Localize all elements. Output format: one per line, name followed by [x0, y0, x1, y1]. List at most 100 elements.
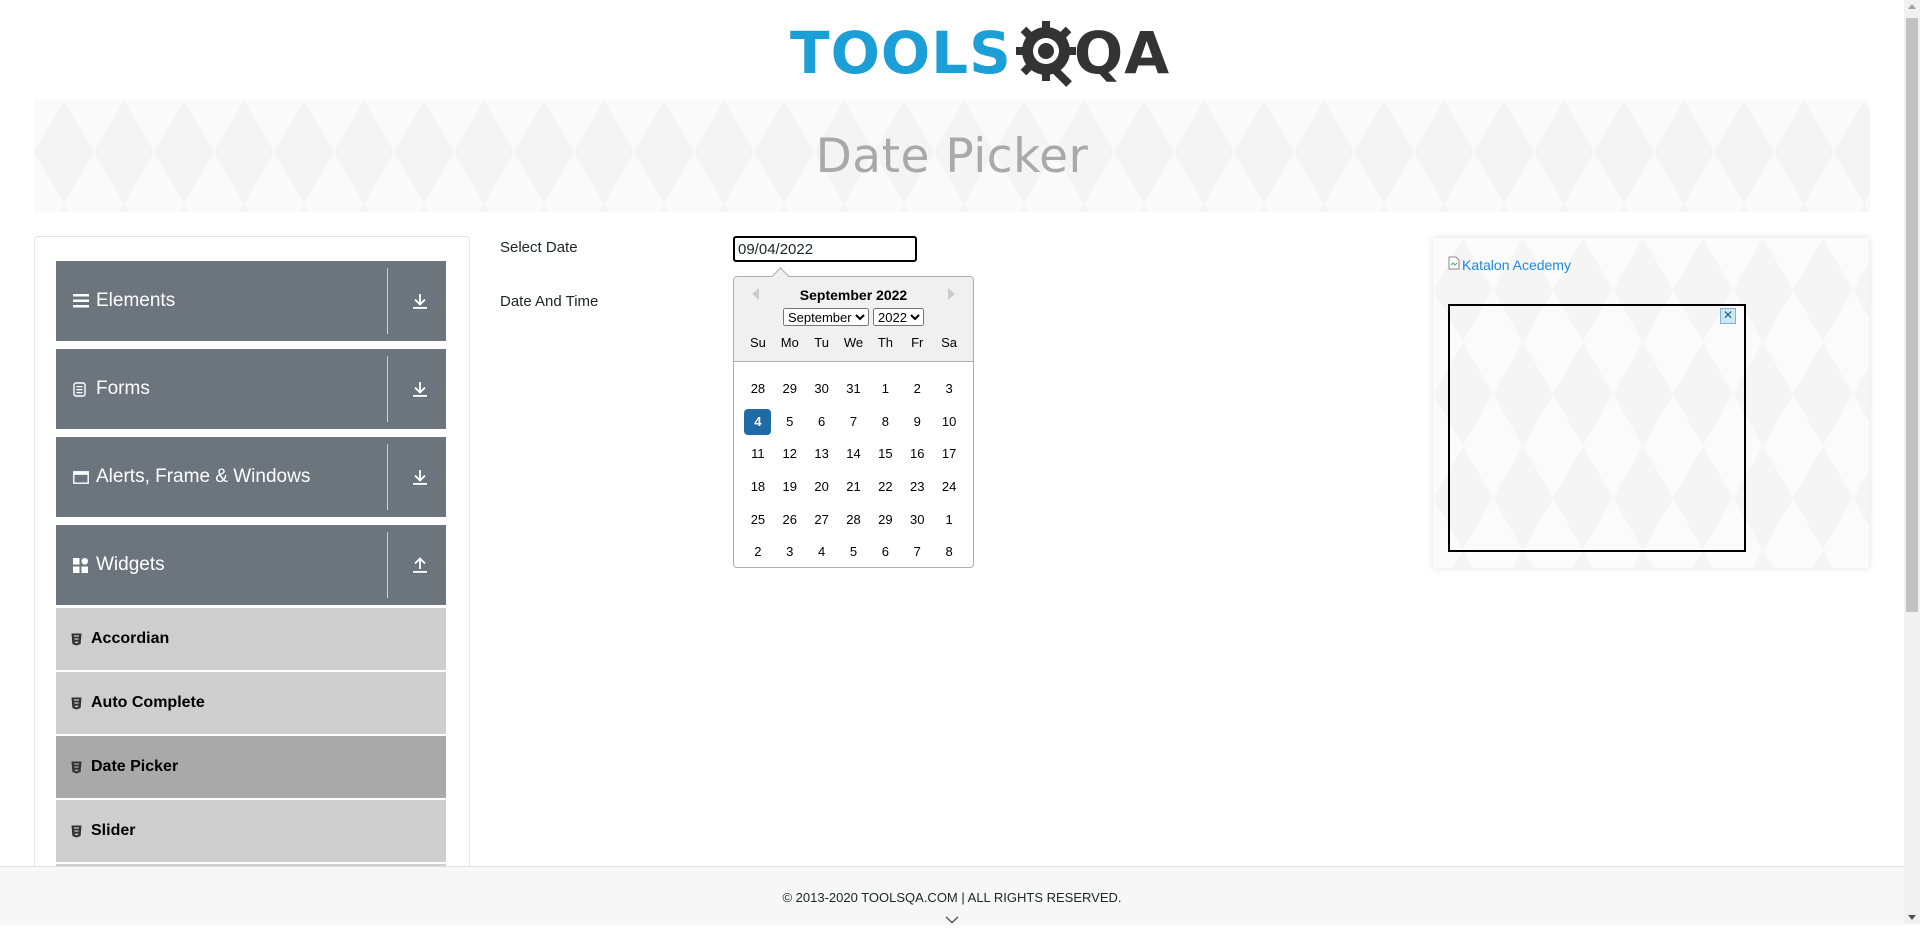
- sidebar-group-elements[interactable]: Elements: [56, 261, 446, 341]
- calendar-day-label: 8: [945, 544, 953, 560]
- calendar-day[interactable]: 1: [933, 507, 965, 533]
- calendar-day[interactable]: 21: [838, 474, 870, 500]
- vertical-scrollbar[interactable]: [1904, 0, 1920, 924]
- calendar-day[interactable]: 8: [869, 409, 901, 435]
- calendar-day[interactable]: 1: [869, 376, 901, 402]
- download-arrow-icon[interactable]: [410, 293, 430, 309]
- calendar-day[interactable]: 5: [774, 409, 806, 435]
- html5-icon: [71, 825, 83, 838]
- calendar-day[interactable]: 13: [806, 441, 838, 467]
- calendar-day-label: 5: [849, 544, 858, 560]
- sidebar-item-label: Date Picker: [91, 758, 179, 775]
- calendar-day-label: 27: [814, 511, 829, 527]
- calendar-day[interactable]: 6: [869, 539, 901, 565]
- weekday-header: Su Mo Tu We Th Fr Sa: [742, 335, 965, 350]
- weekday-label: Sa: [941, 335, 958, 350]
- katalon-academy-link[interactable]: Katalon Acedemy: [1448, 256, 1571, 273]
- ad-frame[interactable]: ✕: [1448, 304, 1746, 552]
- download-arrow-icon[interactable]: [410, 469, 430, 485]
- calendar-day[interactable]: 19: [774, 474, 806, 500]
- calendar-day[interactable]: 30: [901, 507, 933, 533]
- calendar-day[interactable]: 27: [806, 507, 838, 533]
- calendar-day[interactable]: 16: [901, 441, 933, 467]
- calendar-day[interactable]: 7: [901, 539, 933, 565]
- html5-icon: [71, 697, 83, 710]
- calendar-day[interactable]: 2: [742, 539, 774, 565]
- gear-icon: [1014, 17, 1080, 89]
- weekday-label: Tu: [814, 335, 829, 350]
- calendar-day[interactable]: 5: [838, 539, 870, 565]
- calendar-day[interactable]: 11: [742, 441, 774, 467]
- calendar-day[interactable]: 28: [742, 376, 774, 402]
- sidebar-item-date-picker[interactable]: Date Picker: [56, 736, 446, 798]
- calendar-day-label: 4: [744, 408, 772, 435]
- sidebar-group-alerts-frame-windows[interactable]: Alerts, Frame & Windows: [56, 437, 446, 517]
- calendar-day[interactable]: 22: [869, 474, 901, 500]
- sidebar-item-slider[interactable]: Slider: [56, 800, 446, 862]
- calendar-day[interactable]: 31: [838, 376, 870, 402]
- calendar-day[interactable]: 25: [742, 507, 774, 533]
- next-month-icon[interactable]: [948, 288, 955, 300]
- calendar-day-selected[interactable]: 4: [742, 408, 774, 435]
- calendar-day-label: 17: [941, 446, 957, 462]
- calendar-day[interactable]: 26: [774, 507, 806, 533]
- calendar-day-label: 24: [941, 479, 957, 495]
- calendar-day-label: 26: [782, 511, 798, 527]
- calendar-day[interactable]: 30: [806, 376, 838, 402]
- calendar-day[interactable]: 23: [901, 474, 933, 500]
- scroll-down-arrow-icon[interactable]: [1908, 915, 1916, 920]
- select-date-input[interactable]: [733, 236, 917, 262]
- calendar-week-row: 28 29 30 31 1 2 3: [742, 373, 965, 406]
- calendar-day[interactable]: 29: [869, 507, 901, 533]
- calendar-day-label: 11: [751, 446, 765, 462]
- calendar-day-label: 22: [878, 479, 893, 495]
- calendar-day-label: 18: [750, 479, 766, 495]
- calendar-day[interactable]: 6: [806, 409, 838, 435]
- document-icon: [73, 381, 90, 397]
- calendar-day-label: 12: [782, 446, 798, 462]
- sidebar-item-label: Accordian: [91, 630, 170, 647]
- calendar-day-label: 29: [782, 381, 798, 397]
- calendar-day-label: 3: [945, 381, 953, 397]
- sidebar-group-widgets[interactable]: Widgets: [56, 525, 446, 605]
- calendar-week-row: 18 19 20 21 22 23 24: [742, 471, 965, 504]
- calendar-day[interactable]: 20: [806, 474, 838, 500]
- sidebar-group-forms[interactable]: Forms: [56, 349, 446, 429]
- calendar-week-row: 25 26 27 28 29 30 1: [742, 503, 965, 536]
- sidebar-item-accordian[interactable]: Accordian: [56, 608, 446, 670]
- scroll-up-arrow-icon[interactable]: [1908, 4, 1916, 9]
- calendar-day[interactable]: 29: [774, 376, 806, 402]
- calendar-day[interactable]: 7: [838, 409, 870, 435]
- month-select[interactable]: September: [783, 308, 869, 326]
- chevron-down-icon[interactable]: [945, 911, 959, 929]
- calendar-day-label: 10: [941, 413, 957, 429]
- upload-arrow-icon[interactable]: [410, 557, 430, 573]
- calendar-day-label: 20: [814, 479, 829, 495]
- calendar-day[interactable]: 12: [774, 441, 806, 467]
- close-icon[interactable]: ✕: [1720, 308, 1736, 324]
- calendar-day[interactable]: 4: [806, 539, 838, 565]
- calendar-day[interactable]: 28: [838, 507, 870, 533]
- download-arrow-icon[interactable]: [410, 381, 430, 397]
- toolsqa-logo[interactable]: TOOLS QA: [790, 14, 1170, 92]
- calendar-day[interactable]: 17: [933, 441, 965, 467]
- calendar-day[interactable]: 3: [774, 539, 806, 565]
- calendar-day[interactable]: 2: [901, 376, 933, 402]
- window-icon: [73, 470, 90, 484]
- calendar-day[interactable]: 8: [933, 539, 965, 565]
- calendar-day[interactable]: 15: [869, 441, 901, 467]
- calendar-day[interactable]: 24: [933, 474, 965, 500]
- calendar-day[interactable]: 10: [933, 409, 965, 435]
- calendar-title: September 2022: [799, 287, 908, 303]
- sidebar-item-auto-complete[interactable]: Auto Complete: [56, 672, 446, 734]
- calendar-day[interactable]: 9: [901, 409, 933, 435]
- calendar-day-label: 29: [878, 511, 893, 527]
- calendar-day[interactable]: 14: [838, 441, 870, 467]
- weekday-label: Fr: [911, 335, 924, 350]
- scrollbar-thumb[interactable]: [1906, 18, 1918, 612]
- calendar-day-label: 1: [881, 381, 889, 397]
- calendar-day-label: 30: [909, 511, 925, 527]
- calendar-day[interactable]: 18: [742, 474, 774, 500]
- calendar-day[interactable]: 3: [933, 376, 965, 402]
- year-select[interactable]: 2022: [873, 308, 924, 326]
